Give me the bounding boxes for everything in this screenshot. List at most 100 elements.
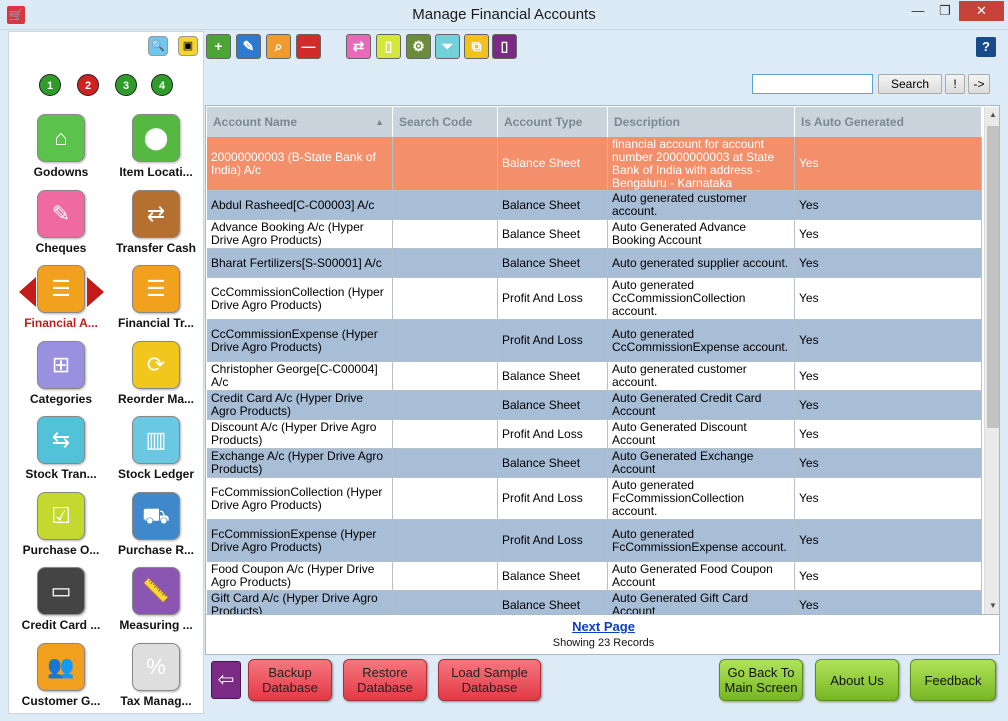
tax-management-icon: % — [132, 642, 180, 691]
table-row[interactable]: Advance Booking A/c (Hyper Drive Agro Pr… — [207, 220, 982, 249]
auto-generated-cell: Yes — [795, 449, 982, 477]
page-3-button[interactable]: 3 — [115, 74, 137, 96]
back-arrow-icon[interactable]: ⇦ — [211, 661, 241, 699]
auto-generated-cell: Yes — [795, 191, 982, 219]
table-row[interactable]: Abdul Rasheed[C-C00003] A/c Balance Sheet… — [207, 191, 982, 220]
stock-transfer-icon: ⇆ — [37, 416, 85, 464]
backup-database-button[interactable]: Backup Database — [248, 659, 332, 701]
table-row[interactable]: CcCommissionCollection (Hyper Drive Agro… — [207, 278, 982, 320]
load-sample-database-button[interactable]: Load Sample Database — [438, 659, 541, 701]
account-type-cell: Balance Sheet — [498, 191, 608, 219]
scroll-thumb[interactable] — [987, 126, 999, 428]
sidebar-tile-stock-ledger[interactable]: ▥ Stock Ledger — [108, 416, 204, 490]
sidebar-tile-purchase-returns[interactable]: ⛟ Purchase R... — [108, 491, 204, 566]
auto-generated-cell: Yes — [795, 478, 982, 519]
new-doc-icon[interactable]: ▯ — [376, 34, 401, 59]
minimize-button[interactable]: — — [905, 1, 931, 21]
close-button[interactable]: ✕ — [959, 1, 1004, 21]
account-name-cell: CcCommissionCollection (Hyper Drive Agro… — [207, 278, 393, 319]
sidebar-tile-purchase-orders[interactable]: ☑ Purchase O... — [13, 491, 109, 566]
search-code-cell — [393, 420, 498, 448]
search-input[interactable] — [752, 74, 873, 94]
customer-groups-icon: 👥 — [37, 642, 85, 691]
go-back-main-screen-button[interactable]: Go Back To Main Screen — [719, 659, 803, 701]
table-header: Account Name ▲ Search Code Account Type D… — [207, 107, 982, 137]
sidebar-tile-item-locations[interactable]: ⬤ Item Locati... — [108, 114, 204, 188]
column-description[interactable]: Description — [608, 107, 795, 137]
help-icon[interactable]: ? — [976, 37, 996, 57]
account-name-cell: Advance Booking A/c (Hyper Drive Agro Pr… — [207, 220, 393, 248]
delete-icon[interactable]: — — [296, 34, 321, 59]
sidebar-tile-transfer-cash[interactable]: ⇄ Transfer Cash — [108, 189, 204, 264]
sidebar-tile-reorder-management[interactable]: ⟳ Reorder Ma... — [108, 340, 204, 415]
stock-ledger-icon: ▥ — [132, 416, 180, 464]
swap-icon[interactable]: ⇄ — [346, 34, 371, 59]
column-search-code[interactable]: Search Code — [393, 107, 498, 137]
sidebar-tile-label: Transfer Cash — [115, 240, 197, 255]
sidebar-tile-godowns[interactable]: ⌂ Godowns — [13, 114, 109, 188]
sidebar-tile-stock-transfer[interactable]: ⇆ Stock Tran... — [13, 416, 109, 490]
feedback-button[interactable]: Feedback — [910, 659, 996, 701]
search-button[interactable]: Search — [878, 74, 942, 94]
scroll-down-icon[interactable]: ▼ — [985, 598, 999, 614]
page-4-button[interactable]: 4 — [151, 74, 173, 96]
table-row[interactable]: Bharat Fertilizers[S-S00001] A/c Balance … — [207, 249, 982, 278]
auto-generated-cell: Yes — [795, 362, 982, 390]
sidebar-tile-financial-transactions[interactable]: ☰ Financial Tr... — [108, 265, 204, 339]
chat-icon[interactable]: ▣ — [178, 36, 198, 56]
table-row[interactable]: Discount A/c (Hyper Drive Agro Products)… — [207, 420, 982, 449]
sidebar-tile-measuring-units[interactable]: 📏 Measuring ... — [108, 567, 204, 641]
document-icon[interactable]: ▯ — [492, 34, 517, 59]
account-name-cell: Christopher George[C-C00004] A/c — [207, 362, 393, 390]
financial-transactions-icon: ☰ — [132, 265, 180, 313]
page-1-button[interactable]: 1 — [39, 74, 61, 96]
records-count: Showing 23 Records — [552, 637, 655, 649]
table-row[interactable]: FcCommissionCollection (Hyper Drive Agro… — [207, 478, 982, 520]
account-name-cell: Food Coupon A/c (Hyper Drive Agro Produc… — [207, 562, 393, 590]
search-icon[interactable]: 🔍 — [148, 36, 168, 56]
column-account-name[interactable]: Account Name ▲ — [207, 107, 393, 137]
maximize-button[interactable]: ❐ — [932, 1, 958, 21]
column-account-type[interactable]: Account Type — [498, 107, 608, 137]
find-icon[interactable]: ⌕ — [266, 34, 291, 59]
description-cell: financial account for account number 200… — [608, 137, 795, 190]
restore-database-button[interactable]: Restore Database — [343, 659, 427, 701]
search-exact-button[interactable]: ! — [945, 74, 965, 94]
table-row[interactable]: 20000000003 (B-State Bank of India) A/c B… — [207, 137, 982, 191]
about-us-button[interactable]: About Us — [815, 659, 899, 701]
edit-icon[interactable]: ✎ — [236, 34, 261, 59]
sidebar-tile-customer-groups[interactable]: 👥 Customer G... — [13, 642, 109, 717]
account-name-cell: FcCommissionExpense (Hyper Drive Agro Pr… — [207, 520, 393, 561]
search-code-cell — [393, 591, 498, 614]
vertical-scrollbar[interactable]: ▲ ▼ — [984, 107, 999, 614]
search-next-button[interactable]: -> — [968, 74, 990, 94]
table-row[interactable]: Gift Card A/c (Hyper Drive Agro Products… — [207, 591, 982, 614]
sidebar-tile-categories[interactable]: ⊞ Categories — [13, 340, 109, 415]
description-cell: Auto generated FcCommissionCollection ac… — [608, 478, 795, 519]
copy-icon[interactable]: ⧉ — [464, 34, 489, 59]
account-type-cell: Balance Sheet — [498, 362, 608, 390]
scroll-up-icon[interactable]: ▲ — [985, 107, 999, 123]
table-row[interactable]: FcCommissionExpense (Hyper Drive Agro Pr… — [207, 520, 982, 562]
table-row[interactable]: Credit Card A/c (Hyper Drive Agro Produc… — [207, 391, 982, 420]
sidebar-tile-tax-management[interactable]: % Tax Manag... — [108, 642, 204, 717]
settings-icon[interactable]: ⚙ — [406, 34, 431, 59]
add-icon[interactable]: + — [206, 34, 231, 59]
table-row[interactable]: Christopher George[C-C00004] A/c Balance … — [207, 362, 982, 391]
next-page-link[interactable]: Next Page — [206, 619, 1001, 634]
account-type-cell: Balance Sheet — [498, 137, 608, 190]
sidebar-tile-label: Customer G... — [21, 693, 101, 708]
purchase-orders-icon: ☑ — [37, 491, 85, 540]
search-code-cell — [393, 320, 498, 361]
account-name-cell: FcCommissionCollection (Hyper Drive Agro… — [207, 478, 393, 519]
table-row[interactable]: Exchange A/c (Hyper Drive Agro Products)… — [207, 449, 982, 478]
table-row[interactable]: Food Coupon A/c (Hyper Drive Agro Produc… — [207, 562, 982, 591]
column-is-auto-generated[interactable]: Is Auto Generated — [795, 107, 982, 137]
sidebar-tile-credit-card[interactable]: ▭ Credit Card ... — [13, 567, 109, 641]
account-name-cell: Abdul Rasheed[C-C00003] A/c — [207, 191, 393, 219]
page-2-button[interactable]: 2 — [77, 74, 99, 96]
filter-icon[interactable]: ⏷ — [435, 34, 460, 59]
sidebar-tile-cheques[interactable]: ✎ Cheques — [13, 189, 109, 264]
sidebar-tile-label: Tax Manag... — [120, 693, 192, 708]
table-row[interactable]: CcCommissionExpense (Hyper Drive Agro Pr… — [207, 320, 982, 362]
